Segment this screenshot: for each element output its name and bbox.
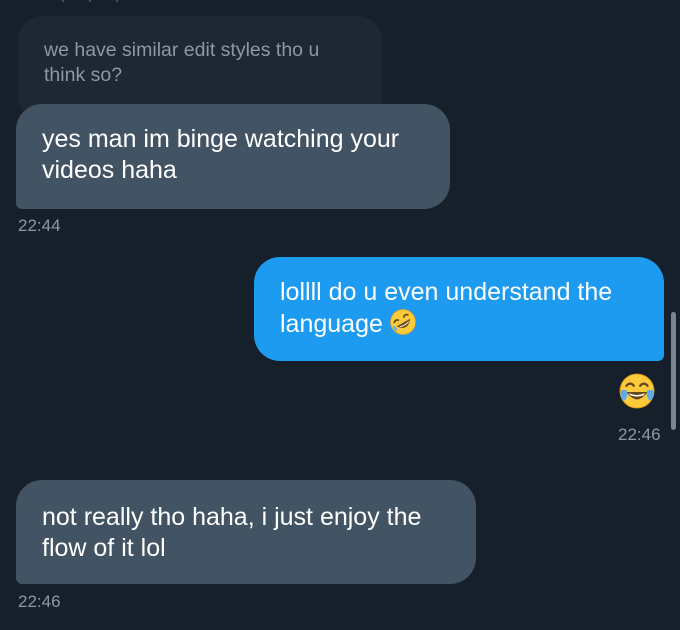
face-with-tears-of-joy-reaction-icon[interactable] bbox=[618, 372, 656, 410]
message-timestamp: 22:44 bbox=[18, 216, 61, 235]
outgoing-message-bubble[interactable]: lollll do u even understand the language bbox=[254, 257, 664, 361]
message-timestamp: 22:46 bbox=[618, 425, 661, 444]
message-text-content: lollll do u even understand the language bbox=[280, 278, 613, 338]
previous-message-text: we have similar edit styles tho u think … bbox=[44, 39, 320, 86]
message-timestamp: 22:46 bbox=[18, 592, 61, 611]
message-text: yes man im binge watching your videos ha… bbox=[42, 125, 400, 184]
scrollbar[interactable] bbox=[671, 312, 676, 430]
cut-off-content: · · · bbox=[60, 0, 140, 4]
message-text: not really tho haha, i just enjoy the fl… bbox=[42, 503, 422, 562]
dm-conversation-screen: · · · we have similar edit styles tho u … bbox=[0, 0, 680, 630]
incoming-message-bubble[interactable]: yes man im binge watching your videos ha… bbox=[16, 104, 450, 209]
incoming-message-bubble[interactable]: not really tho haha, i just enjoy the fl… bbox=[16, 480, 476, 584]
rolling-on-the-floor-laughing-emoji-icon bbox=[390, 309, 416, 335]
message-text: lollll do u even understand the language bbox=[280, 277, 638, 340]
